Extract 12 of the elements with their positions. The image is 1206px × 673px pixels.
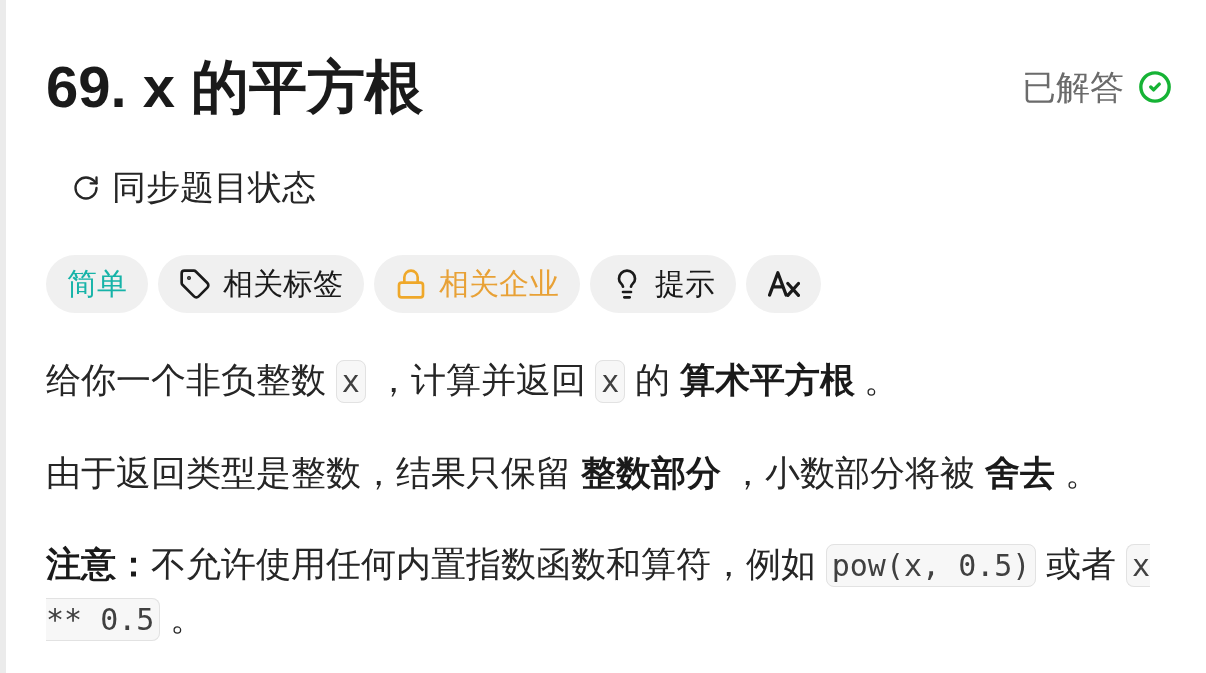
- difficulty-badge: 简单: [46, 255, 148, 313]
- tag-icon: [179, 268, 211, 300]
- description-paragraph: 给你一个非负整数 x ，计算并返回 x 的 算术平方根 。: [46, 354, 1172, 408]
- refresh-icon: [72, 174, 100, 202]
- status-label: 已解答: [1022, 67, 1124, 108]
- sync-status-button[interactable]: 同步题目状态: [46, 160, 316, 216]
- description-paragraph: 由于返回类型是整数，结果只保留 整数部分 ，小数部分将被 舍去 。: [46, 452, 1101, 494]
- translate-icon: [767, 270, 800, 298]
- problem-title: 69. x 的平方根: [46, 53, 424, 121]
- tags-chip[interactable]: 相关标签: [158, 255, 364, 313]
- lock-icon: [395, 268, 427, 300]
- hint-chip[interactable]: 提示: [590, 255, 736, 313]
